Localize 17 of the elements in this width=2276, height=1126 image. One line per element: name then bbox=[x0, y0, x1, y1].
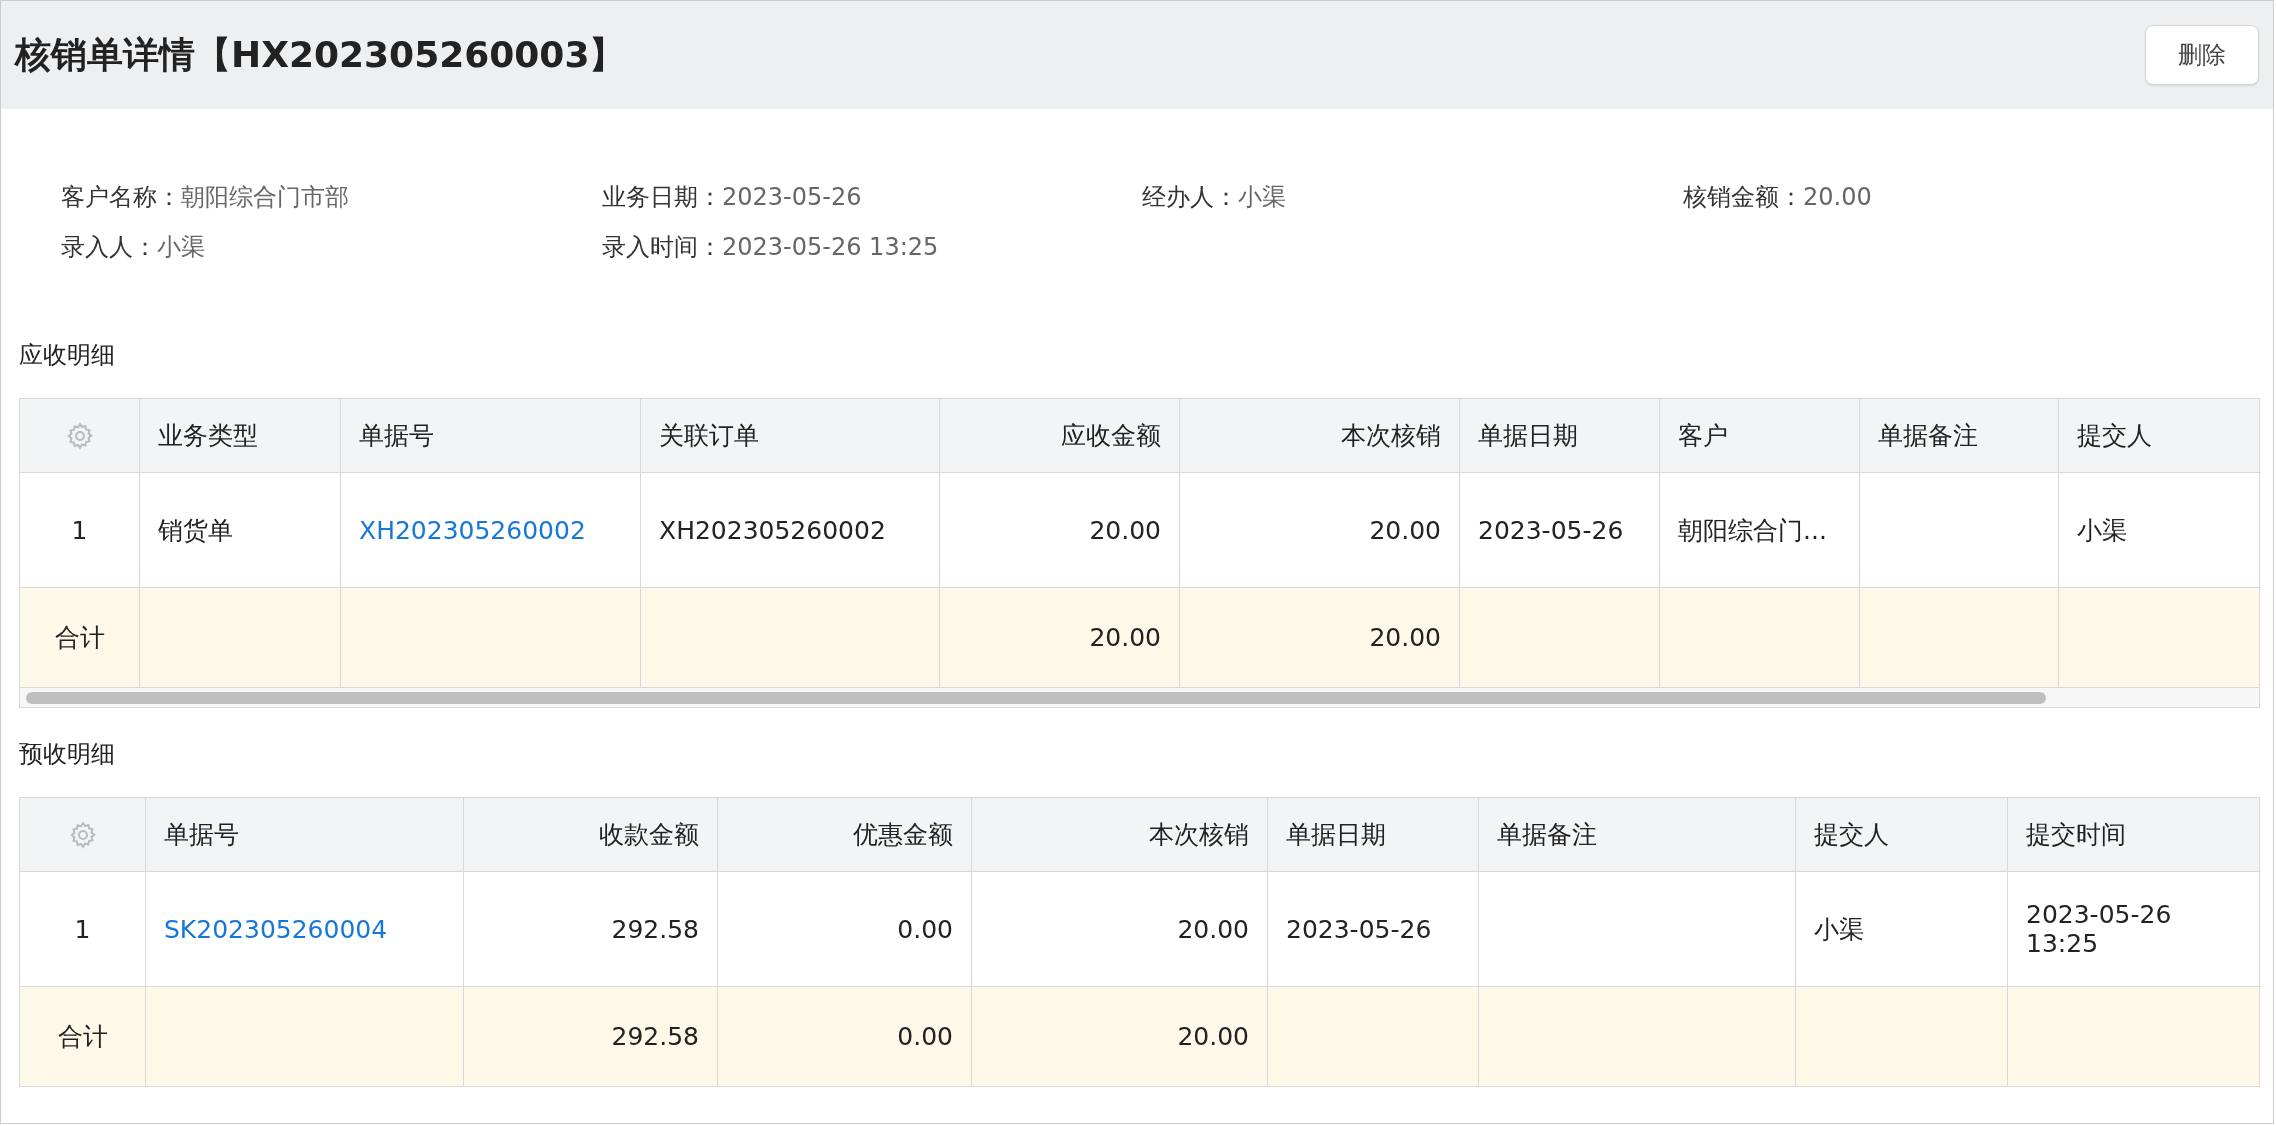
section-title: 预收明细 bbox=[19, 739, 116, 770]
document-link[interactable]: SK202305260004 bbox=[164, 914, 388, 944]
info-field: 业务日期：2023-05-26 bbox=[602, 181, 1142, 213]
scrollbar-thumb[interactable] bbox=[26, 692, 2046, 704]
total-cell: 292.58 bbox=[464, 987, 718, 1086]
info-field: 录入人：小渠 bbox=[61, 231, 602, 263]
total-label: 合计 bbox=[20, 987, 146, 1086]
section-title: 应收明细 bbox=[19, 340, 116, 371]
delete-button[interactable]: 删除 bbox=[2145, 25, 2259, 85]
info-field: 经办人：小渠 bbox=[1142, 181, 1683, 213]
info-field: 核销金额：20.00 bbox=[1683, 181, 2083, 213]
total-cell: 0.00 bbox=[718, 987, 972, 1086]
total-cell: 20.00 bbox=[972, 987, 1268, 1086]
page-title: 核销单详情【HX202305260003】 bbox=[15, 32, 626, 77]
info-field: 客户名称：朝阳综合门市部 bbox=[61, 181, 602, 213]
info-field: 录入时间：2023-05-26 13:25 bbox=[602, 231, 1142, 263]
document-link[interactable]: XH202305260002 bbox=[359, 515, 586, 545]
